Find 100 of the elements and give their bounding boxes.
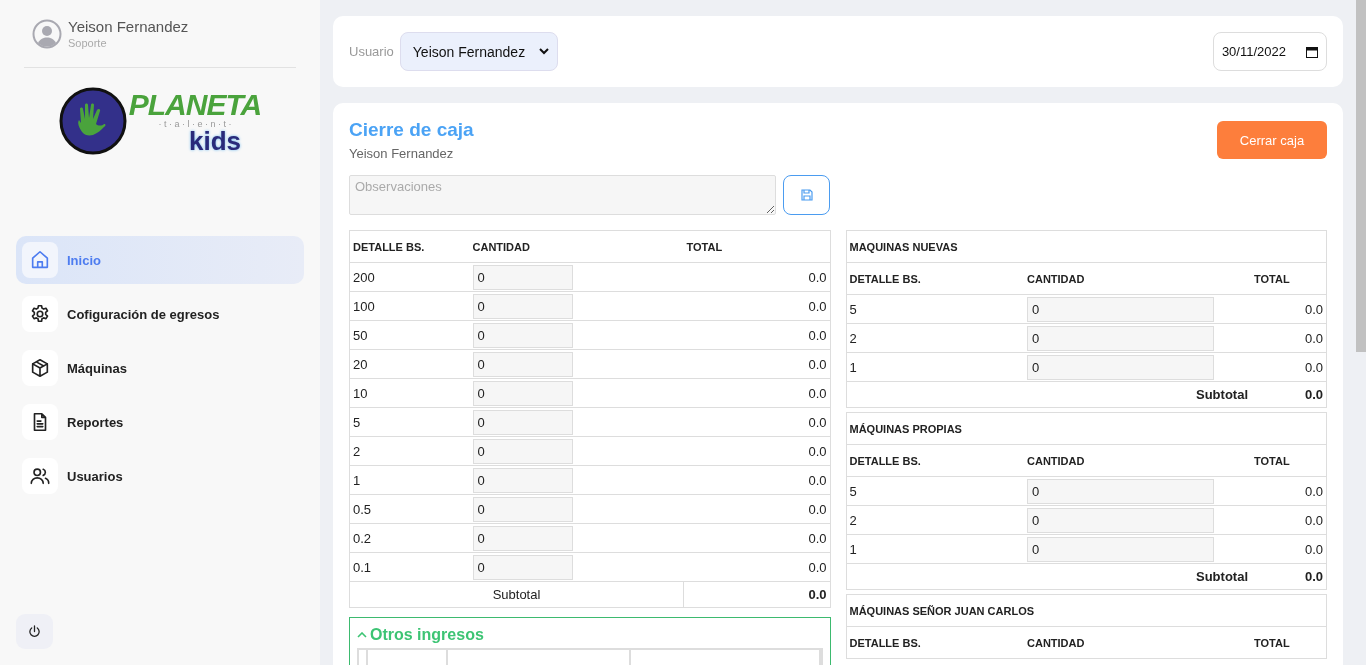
logo-wordmark: PLANETA — [128, 89, 262, 120]
table-cell: 5 — [846, 476, 1024, 506]
save-button[interactable] — [783, 175, 830, 215]
quantity-field[interactable]: 0 — [1027, 325, 1214, 351]
table-cell: 0.2 — [349, 523, 470, 553]
table-cell: 2 — [349, 436, 470, 466]
column-header: DETALLE BS. — [349, 230, 470, 263]
subtotal-value: 0.0 — [683, 581, 830, 608]
table-cell: 0.0 — [1251, 323, 1327, 353]
avatar-icon — [32, 18, 62, 49]
table-title: MAQUINAS NUEVAS — [846, 230, 1327, 263]
table-cell: 0.0 — [683, 465, 830, 495]
quantity-field[interactable]: 0 — [1027, 536, 1214, 562]
table-cell: 0.0 — [1251, 505, 1327, 535]
quantity-field[interactable]: 0 — [472, 293, 573, 319]
quantity-field[interactable]: 0 — [472, 467, 573, 493]
power-icon — [28, 625, 41, 638]
table-cell: 2 — [846, 323, 1024, 353]
user-select[interactable]: Yeison Fernandez — [399, 32, 559, 71]
save-icon — [800, 189, 813, 201]
quantity-field[interactable]: 0 — [472, 322, 573, 348]
table-cell: 0.0 — [683, 349, 830, 379]
table-cell: 5 — [349, 407, 470, 437]
column-header: TOTAL — [683, 230, 830, 263]
subtotal-label: Subtotal — [846, 381, 1251, 408]
chevron-down-icon — [539, 48, 550, 55]
table-cell: 1 — [846, 352, 1024, 382]
quantity-field[interactable]: 0 — [472, 554, 573, 580]
quantity-field[interactable]: 0 — [1027, 296, 1214, 322]
settings-icon — [29, 303, 51, 325]
hand-logo-icon — [58, 87, 127, 155]
table-cell: 2 — [846, 505, 1024, 535]
table-cell: 50 — [349, 320, 470, 350]
nav-item[interactable]: Máquinas — [16, 344, 304, 392]
table-cell: 0.0 — [683, 320, 830, 350]
column-header: CANTIDAD — [1024, 262, 1251, 295]
quantity-field[interactable]: 0 — [472, 409, 573, 435]
subtotal-label: Subtotal — [846, 563, 1251, 590]
subtotal-value: 0.0 — [1251, 563, 1327, 590]
logo-tagline: · t · a · l · e · n · t · — [158, 119, 232, 129]
quantity-field[interactable]: 0 — [472, 438, 573, 464]
table-cell: 1 — [349, 465, 470, 495]
user-role: Soporte — [68, 37, 108, 49]
table-cell: 0.0 — [683, 552, 830, 582]
column-header: DETALLE BS. — [846, 444, 1024, 477]
nav-item[interactable]: Reportes — [16, 398, 304, 446]
calendar-icon — [1306, 45, 1318, 58]
nav-item[interactable]: Cofiguración de egresos — [16, 290, 304, 338]
table-cell: 0.1 — [349, 552, 470, 582]
table-cell: 1 — [846, 534, 1024, 564]
quantity-field[interactable]: 0 — [1027, 354, 1214, 380]
table-cell: 0.5 — [349, 494, 470, 524]
column-header: CANTIDAD — [1024, 444, 1251, 477]
users-icon — [29, 465, 51, 487]
column-header: CANTIDAD — [469, 230, 684, 263]
table-cell: 0.0 — [683, 494, 830, 524]
quantity-field[interactable]: 0 — [472, 351, 573, 377]
subtotal-label: Subtotal — [349, 581, 684, 608]
column-header: TOTAL — [1251, 444, 1327, 477]
table-cell: 5 — [846, 294, 1024, 324]
column-header: TOTAL — [1251, 626, 1327, 659]
table-cell: 0.0 — [1251, 476, 1327, 506]
card-subtitle: Yeison Fernandez — [349, 146, 455, 161]
logout-button[interactable] — [16, 614, 53, 649]
table-cell: 0.0 — [1251, 534, 1327, 564]
subtotal-value: 0.0 — [1251, 381, 1327, 408]
table-cell: 200 — [349, 262, 470, 292]
column-header: TOTAL — [1251, 262, 1327, 295]
table-cell: 100 — [349, 291, 470, 321]
table-cell: 0.0 — [683, 262, 830, 292]
home-icon — [29, 249, 51, 271]
quantity-field[interactable]: 0 — [472, 380, 573, 406]
table-cell: 0.0 — [1251, 294, 1327, 324]
table-cell: 10 — [349, 378, 470, 408]
date-field[interactable]: 30/11/2022 — [1212, 32, 1327, 71]
column-header: DETALLE BS. — [846, 626, 1024, 659]
table-cell: 20 — [349, 349, 470, 379]
table-cell: 0.0 — [683, 378, 830, 408]
nav-item[interactable]: Usuarios — [16, 452, 304, 500]
user-name: Yeison Fernandez — [68, 18, 189, 35]
chevron-up-icon — [357, 632, 367, 638]
table-title: MÁQUINAS SEÑOR JUAN CARLOS — [846, 594, 1327, 627]
table-title: MÁQUINAS PROPIAS — [846, 412, 1327, 445]
quantity-field[interactable]: 0 — [1027, 507, 1214, 533]
column-header: CANTIDAD — [1024, 626, 1251, 659]
quantity-field[interactable]: 0 — [472, 264, 573, 290]
card-title: Cierre de caja — [349, 119, 474, 141]
user-label: Usuario — [349, 44, 394, 59]
table-cell: 0.0 — [683, 523, 830, 553]
column-header: DETALLE BS. — [846, 262, 1024, 295]
table-cell: 0.0 — [1251, 352, 1327, 382]
quantity-field[interactable]: 0 — [472, 496, 573, 522]
logo-subword: kids — [188, 128, 241, 153]
table-cell: 0.0 — [683, 407, 830, 437]
notes-field[interactable]: Observaciones — [349, 175, 776, 215]
quantity-field[interactable]: 0 — [472, 525, 573, 551]
table-cell: 0.0 — [683, 436, 830, 466]
table-cell: 0.0 — [683, 291, 830, 321]
cube-icon — [29, 357, 51, 379]
quantity-field[interactable]: 0 — [1027, 478, 1214, 504]
